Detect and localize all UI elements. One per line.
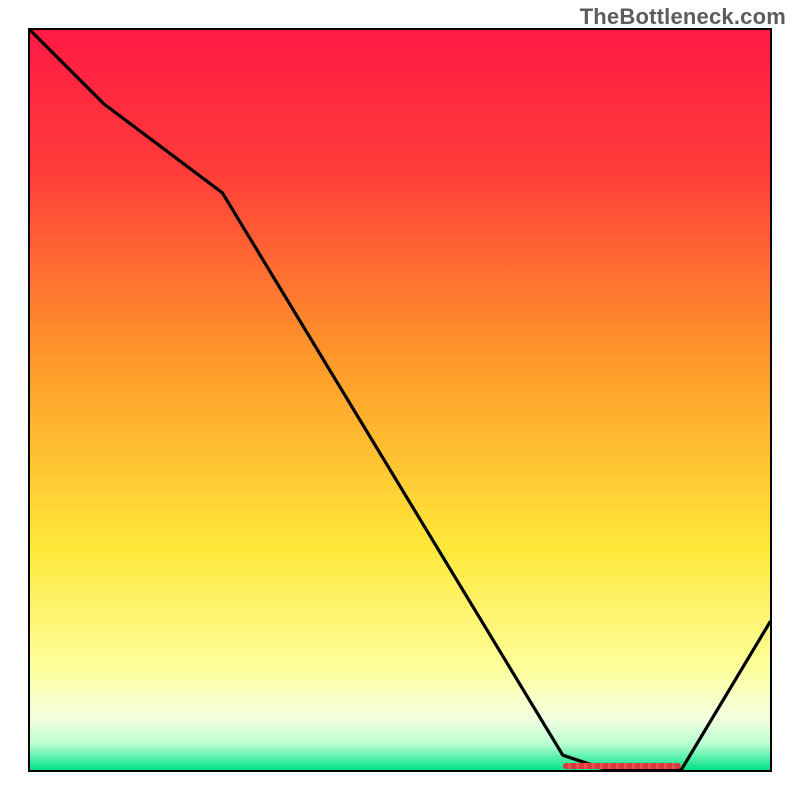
plot-area [28, 28, 772, 772]
curve-layer [30, 30, 770, 770]
chart-frame: TheBottleneck.com [0, 0, 800, 800]
watermark-text: TheBottleneck.com [580, 4, 786, 30]
bottleneck-curve-line [30, 30, 770, 770]
optimal-range-marker [563, 763, 681, 769]
